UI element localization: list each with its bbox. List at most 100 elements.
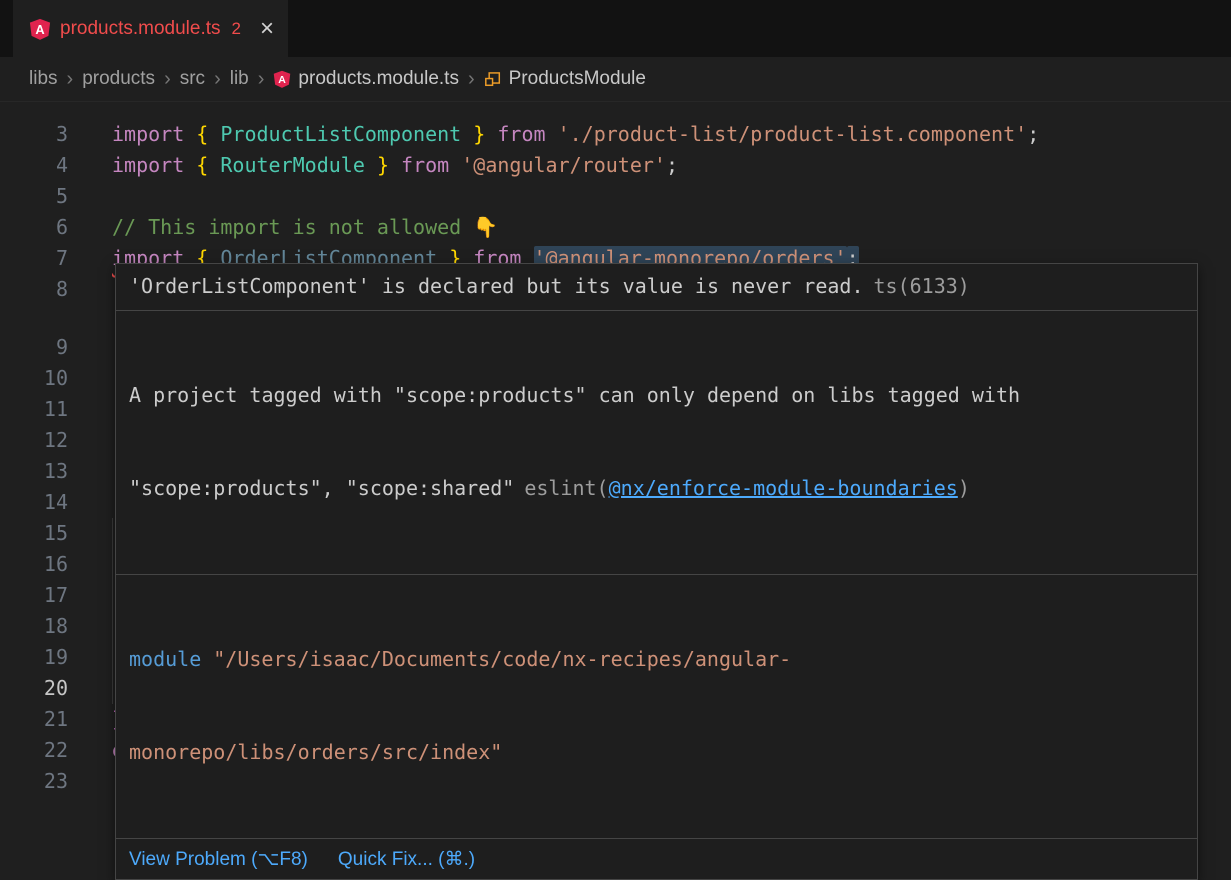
line-number[interactable]: 23 [0,766,95,797]
token-ws [389,153,401,177]
breadcrumb-label: libs [29,68,58,90]
line-number[interactable]: 9 [0,332,95,363]
indent-guide [112,642,113,673]
line-number[interactable]: 11 [0,394,95,425]
token-kw: import [112,153,184,177]
breadcrumb-label: products.module.ts [298,68,459,90]
breadcrumb-item-src[interactable]: src [180,68,205,90]
popup-status-bar: View Problem (⌥F8) Quick Fix... (⌘.) [116,839,1197,879]
code-text [95,394,112,425]
diagnostic-text-line1: A project tagged with "scope:products" c… [129,380,1184,411]
ts-diagnostic-message: 'OrderListComponent' is declared but its… [116,264,1197,310]
tab-problems-badge: 2 [232,19,241,39]
diagnostic-text: 'OrderListComponent' is declared but its… [129,274,864,298]
tab-bar: A products.module.ts 2 × [0,0,1231,57]
code-text [95,332,112,363]
tab-products-module[interactable]: A products.module.ts 2 × [13,0,288,57]
code-text: import { RouterModule } from '@angular/r… [95,150,678,181]
chevron-right-icon: › [67,69,74,89]
code-line-4[interactable]: 4import { RouterModule } from '@angular/… [0,150,1231,181]
line-number[interactable]: 3 [0,119,95,150]
code-line-6[interactable]: 6 // This import is not allowed 👇 [0,212,1231,243]
code-text [95,181,112,212]
diagnostic-source: ts(6133) [874,274,970,298]
chevron-right-icon: › [468,69,475,89]
line-number[interactable]: 13 [0,456,95,487]
indent-guide [112,518,113,549]
breadcrumb-item-productsmodule[interactable]: ProductsModule [484,68,646,90]
token-ws [365,153,377,177]
hover-popup: 'OrderListComponent' is declared but its… [115,263,1198,880]
line-number[interactable]: 7 [0,243,95,274]
code-line-5[interactable]: 5 [0,181,1231,212]
view-problem-button[interactable]: View Problem (⌥F8) [129,848,308,871]
line-number[interactable]: 17 [0,580,95,611]
diagnostic-text: "scope:products", "scope:shared" [129,476,514,500]
token-cmt: // This import is not allowed [112,215,473,239]
token-b1: { [196,153,208,177]
line-number[interactable]: 16 [0,549,95,580]
line-number[interactable]: 8 [0,274,95,305]
tab-close-icon[interactable]: × [260,17,274,41]
line-number[interactable]: 19 [0,642,95,673]
pointing-down-emoji: 👇 [473,215,498,239]
module-line2: monorepo/libs/orders/src/index" [129,737,1184,768]
line-number[interactable]: 22 [0,735,95,766]
chevron-right-icon: › [164,69,171,89]
indent-guide [112,549,113,580]
token-ws [461,122,473,146]
token-ws [485,122,497,146]
code-text: import { ProductListComponent } from './… [95,119,1039,150]
angular-icon: A [273,70,291,88]
module-line1: module "/Users/isaac/Documents/code/nx-re… [129,644,1184,675]
line-number[interactable]: 12 [0,425,95,456]
module-keyword: module [129,647,201,671]
tab-filename: products.module.ts [60,18,221,40]
code-editor: 3import { ProductListComponent } from '.… [0,102,1231,781]
line-number[interactable]: 6 [0,212,95,243]
line-number[interactable]: 21 [0,704,95,735]
code-text [95,456,112,487]
breadcrumb-label: src [180,68,205,90]
eslint-diagnostic-message: A project tagged with "scope:products" c… [116,311,1197,574]
line-number[interactable]: 10 [0,363,95,394]
breadcrumb-label: ProductsModule [509,68,646,90]
breadcrumb-item-products-module-ts[interactable]: Aproducts.module.ts [273,68,459,90]
token-ws [208,122,220,146]
token-str: '@angular/router' [461,153,666,177]
module-quickinfo: module "/Users/isaac/Documents/code/nx-re… [116,575,1197,838]
breadcrumb-item-lib[interactable]: lib [230,68,249,90]
line-number[interactable]: 5 [0,181,95,212]
token-ws [184,122,196,146]
angular-icon: A [29,18,51,40]
module-path-continued: monorepo/libs/orders/src/index" [129,740,502,764]
breadcrumb-item-libs[interactable]: libs [29,68,58,90]
code-text [95,766,112,797]
eslint-rule-link[interactable]: @nx/enforce-module-boundaries [609,476,958,500]
svg-text:A: A [35,22,44,37]
code-text [95,425,112,456]
token-b1: } [473,122,485,146]
token-b1: } [377,153,389,177]
line-number[interactable]: 20 [0,673,95,704]
line-number[interactable]: 18 [0,611,95,642]
breadcrumb-item-products[interactable]: products [82,68,155,90]
token-ws [449,153,461,177]
token-kw: from [401,153,449,177]
module-path: "/Users/isaac/Documents/code/nx-recipes/… [213,647,791,671]
quick-fix-button[interactable]: Quick Fix... (⌘.) [338,848,475,871]
class-icon [484,70,502,88]
code-text [95,363,112,394]
line-number[interactable]: 15 [0,518,95,549]
diagnostic-source-open: eslint( [524,476,608,500]
token-kw: import [112,122,184,146]
diagnostic-source-close: ) [958,476,970,500]
token-ws [184,153,196,177]
token-punc: ; [666,153,678,177]
token-cls: ProductListComponent [220,122,461,146]
code-text [95,274,112,305]
line-number[interactable]: 4 [0,150,95,181]
line-number[interactable]: 14 [0,487,95,518]
token-punc: ; [1027,122,1039,146]
code-line-3[interactable]: 3import { ProductListComponent } from '.… [0,119,1231,150]
